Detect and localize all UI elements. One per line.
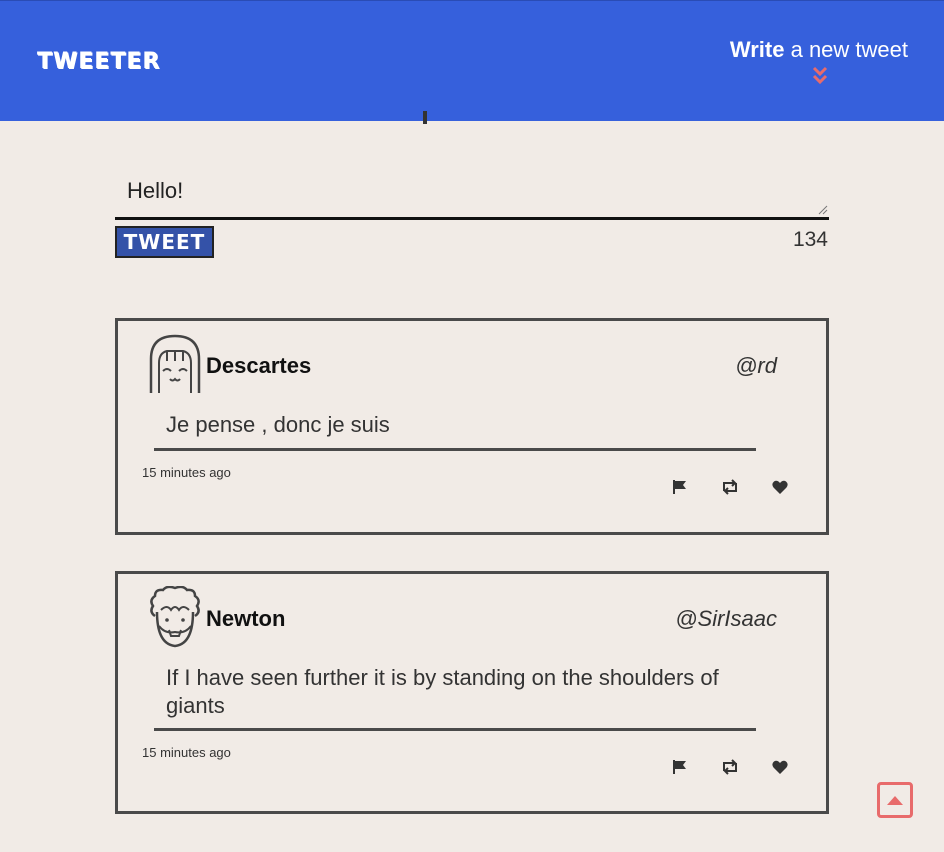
retweet-icon [723, 479, 737, 495]
tweet-handle: @SirIsaac [675, 606, 777, 631]
retweet-button[interactable] [719, 476, 741, 498]
navbar: TWEETER Write a new tweet [0, 0, 944, 121]
girl-avatar-icon [149, 334, 201, 393]
write-rest-label: a new tweet [784, 37, 908, 62]
flag-icon [673, 760, 686, 774]
retweet-icon [723, 759, 737, 775]
write-bold-label: Write [729, 37, 785, 62]
double-chevron-down-icon[interactable] [812, 65, 828, 87]
flag-icon [673, 480, 686, 494]
tweet-card: Newton @SirIsaac If I have seen further … [115, 571, 829, 814]
tweet-author: Newton [206, 606, 286, 631]
write-tweet-toggle[interactable]: Write a new tweet [730, 37, 908, 63]
brand-logo[interactable]: TWEETER [37, 49, 160, 74]
like-button[interactable] [769, 476, 791, 498]
like-button[interactable] [769, 756, 791, 778]
tweet-handle: @rd [735, 353, 777, 378]
tweet-divider [154, 728, 756, 731]
heart-icon [772, 480, 788, 494]
caret-up-icon [887, 796, 903, 805]
character-counter: 134 [792, 228, 828, 251]
heart-icon [772, 760, 788, 774]
tweet-text: Je pense , donc je suis [166, 412, 390, 437]
curly-hair-avatar-icon [150, 586, 200, 648]
scroll-to-top-button[interactable] [877, 782, 913, 818]
tweet-author: Descartes [206, 353, 312, 378]
tweet-text: If I have seen further it is by standing… [166, 665, 719, 718]
retweet-button[interactable] [719, 756, 741, 778]
tweet-card: Descartes @rd Je pense , donc je suis 15… [115, 318, 829, 535]
tweet-timestamp: 15 minutes ago [142, 465, 231, 480]
flag-button[interactable] [669, 756, 691, 778]
tweet-textarea[interactable] [115, 170, 829, 220]
tweet-divider [154, 448, 756, 451]
tweet-timestamp: 15 minutes ago [142, 745, 231, 760]
tweet-submit-button[interactable]: TWEET [115, 226, 214, 258]
heading-fragment [423, 111, 427, 124]
resize-grip-icon[interactable] [818, 205, 828, 215]
flag-button[interactable] [669, 476, 691, 498]
